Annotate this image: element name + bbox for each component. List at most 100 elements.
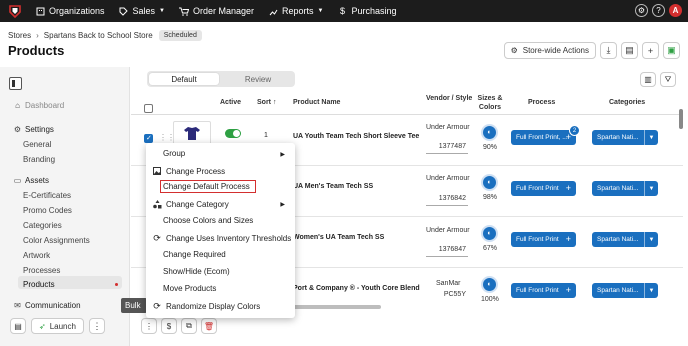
nav-order-manager[interactable]: Order Manager <box>179 6 254 16</box>
page-title: Products <box>8 43 65 58</box>
sidebar-item-processes[interactable]: Processes <box>23 266 60 275</box>
storewide-actions-button[interactable]: ⚙ Store-wide Actions <box>503 42 596 59</box>
sidebar-item-color-assignments[interactable]: Color Assignments <box>23 236 90 245</box>
breadcrumb-store[interactable]: Spartans Back to School Store <box>44 31 153 40</box>
add-button[interactable]: + <box>642 42 659 59</box>
bulk-copy-button[interactable]: ⧉ <box>181 318 197 334</box>
menu-item-label: Show/Hide (Ecom) <box>163 267 230 276</box>
nav-organizations[interactable]: Organizations <box>35 6 105 16</box>
menu-item-move-products[interactable]: Move Products <box>163 284 216 293</box>
process-button[interactable]: Full Front Print + <box>511 181 576 196</box>
bulk-more-button[interactable]: ⋮ <box>141 318 157 334</box>
menu-item-change-inventory-thresholds[interactable]: ⟳ Change Uses Inventory Thresholds <box>152 233 291 243</box>
help-icon[interactable]: ? <box>652 4 665 17</box>
select-all-checkbox[interactable] <box>144 104 153 113</box>
process-button[interactable]: Full Front Print, ... + <box>511 130 576 145</box>
gear-icon: ⚙ <box>510 46 518 55</box>
menu-item-randomize-colors[interactable]: ⟳ Randomize Display Colors <box>152 301 260 311</box>
bulk-price-button[interactable]: $ <box>161 318 177 334</box>
sidebar-item-assets[interactable]: ▭ Assets <box>13 176 49 185</box>
store-icon: ▤ <box>14 321 22 331</box>
tab-default[interactable]: Default <box>149 73 219 85</box>
menu-item-change-category[interactable]: Change Category <box>152 199 229 209</box>
vendor-name: SanMar <box>436 280 461 287</box>
style-field[interactable]: PC55Y <box>426 291 468 302</box>
category-dropdown[interactable]: Spartan Nati... ▼ <box>592 283 658 298</box>
sidebar-item-communication[interactable]: ✉ Communication <box>13 301 80 310</box>
style-field[interactable]: 1376847 <box>426 246 468 257</box>
sidebar-item-settings[interactable]: ⚙ Settings <box>13 125 54 134</box>
scrollbar-thumb[interactable] <box>679 109 683 129</box>
process-button[interactable]: Full Front Print + <box>511 232 576 247</box>
sidebar-item-promo-codes[interactable]: Promo Codes <box>23 206 72 215</box>
sidebar-toggle-icon[interactable] <box>9 77 22 90</box>
palette-icon: ◐ <box>487 179 492 186</box>
storefront-button[interactable]: ▤ <box>10 318 26 334</box>
palette-icon: ◐ <box>487 129 492 136</box>
sidebar-item-general[interactable]: General <box>23 140 51 149</box>
trash-icon: 🗑 <box>203 321 215 331</box>
product-name[interactable]: Port & Company ® - Youth Core Blend <box>293 285 420 292</box>
plus-icon: + <box>565 183 571 193</box>
bulk-tooltip: Bulk <box>121 298 147 313</box>
sidebar-item-e-certificates[interactable]: E-Certificates <box>23 191 71 200</box>
save-icon: ▣ <box>667 45 676 55</box>
active-toggle[interactable] <box>225 129 241 138</box>
columns-button[interactable]: ▥ <box>640 72 656 87</box>
launch-button[interactable]: ➶ Launch <box>31 318 84 334</box>
style-field[interactable]: 1376842 <box>426 195 468 206</box>
menu-item-group[interactable]: Group <box>163 149 185 158</box>
row-checkbox[interactable] <box>144 134 153 143</box>
sizes-colors-button[interactable]: ◐ <box>481 276 498 293</box>
nav-purchasing-label: Purchasing <box>351 6 397 16</box>
category-dropdown[interactable]: Spartan Nati... ▼ <box>592 232 658 247</box>
sizes-colors-button[interactable]: ◐ <box>481 225 498 242</box>
save-button[interactable]: ▣ <box>663 42 680 59</box>
sizes-colors-button[interactable]: ◐ <box>481 124 498 141</box>
sizes-colors-percent: 90% <box>483 144 498 151</box>
notification-dot <box>115 283 118 286</box>
category-dropdown[interactable]: Spartan Nati... ▼ <box>592 181 658 196</box>
breadcrumb-stores[interactable]: Stores <box>8 31 31 40</box>
sidebar-item-artwork[interactable]: Artwork <box>23 251 50 260</box>
vertical-scrollbar[interactable] <box>679 103 684 333</box>
logo-icon[interactable] <box>8 4 22 18</box>
menu-item-change-required[interactable]: Change Required <box>163 250 226 259</box>
product-name[interactable]: UA Men's Team Tech SS <box>293 183 373 190</box>
product-name[interactable]: Women's UA Team Tech SS <box>293 234 384 241</box>
category-dropdown[interactable]: Spartan Nati... ▼ <box>592 130 658 145</box>
sidebar-item-label: Promo Codes <box>23 206 72 215</box>
sizes-colors-button[interactable]: ◐ <box>481 174 498 191</box>
menu-item-choose-colors-sizes[interactable]: Choose Colors and Sizes <box>163 216 253 225</box>
header-sort[interactable]: Sort ↑ <box>257 99 276 106</box>
sidebar-item-products[interactable]: Products <box>23 280 55 289</box>
filter-button[interactable]: ⛛ <box>660 72 676 87</box>
print-button[interactable]: ▤ <box>621 42 638 59</box>
style-field[interactable]: 1377487 <box>426 143 468 154</box>
product-name[interactable]: UA Youth Team Tech Short Sleeve Tee <box>293 133 419 140</box>
more-vertical-icon: ⋮ <box>92 320 102 331</box>
settings-icon[interactable]: ⚙ <box>635 4 648 17</box>
header-sort-label: Sort <box>257 99 271 106</box>
sidebar-item-branding[interactable]: Branding <box>23 155 55 164</box>
download-button[interactable]: ⤓ <box>600 42 617 59</box>
menu-item-change-process[interactable]: Change Process <box>152 166 225 176</box>
menu-item-show-hide[interactable]: Show/Hide (Ecom) <box>163 267 230 276</box>
more-options-button[interactable]: ⋮ <box>88 318 105 334</box>
nav-reports[interactable]: Reports ▼ <box>268 6 324 16</box>
tab-review[interactable]: Review <box>223 73 293 85</box>
sidebar-item-categories[interactable]: Categories <box>23 221 62 230</box>
shapes-icon <box>152 199 162 209</box>
breadcrumb: Stores › Spartans Back to School Store S… <box>8 30 202 41</box>
chevron-down-icon: ▼ <box>317 8 324 14</box>
nav-purchasing[interactable]: $ Purchasing <box>338 6 397 16</box>
nav-reports-label: Reports <box>282 6 314 16</box>
sidebar-item-label: E-Certificates <box>23 191 72 200</box>
avatar[interactable]: A <box>669 4 682 17</box>
bulk-delete-button[interactable]: 🗑 <box>201 318 217 334</box>
menu-item-change-default-process[interactable]: Change Default Process <box>163 182 250 191</box>
category-label: Spartan Nati... <box>597 236 639 243</box>
process-button[interactable]: Full Front Print + <box>511 283 576 298</box>
sidebar-item-dashboard[interactable]: ⌂ Dashboard <box>13 101 64 110</box>
nav-sales[interactable]: Sales ▼ <box>119 6 165 16</box>
